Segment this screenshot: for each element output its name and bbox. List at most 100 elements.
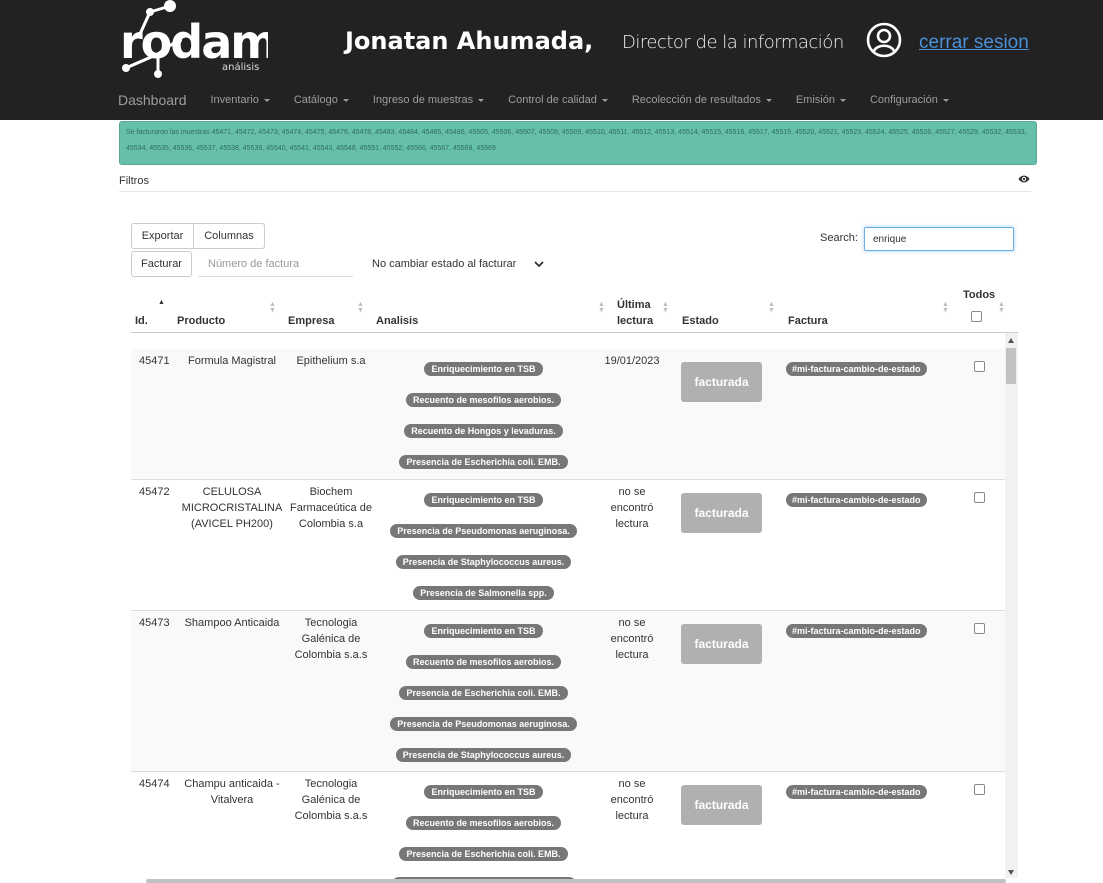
col-header-empresa[interactable]: Empresa xyxy=(288,315,334,327)
state-button[interactable]: facturada xyxy=(681,785,762,825)
export-button[interactable]: Exportar xyxy=(131,223,194,249)
analysis-label: Presencia de Escherichia coli. EMB. xyxy=(399,455,568,469)
analysis-label: Recuento de mesofilos aerobios. xyxy=(405,816,562,830)
state-button[interactable]: facturada xyxy=(681,362,762,402)
user-name: Jonatan Ahumada, xyxy=(345,27,594,55)
scrollbar-thumb[interactable] xyxy=(1006,348,1016,384)
columns-button[interactable]: Columnas xyxy=(193,223,265,249)
table-row: 45471 Formula Magistral Epithelium s.a E… xyxy=(131,349,1005,480)
main-nav: Dashboard Inventario Catálogo Ingreso de… xyxy=(118,88,973,112)
sort-icon[interactable]: ▲ ▼ xyxy=(357,301,364,314)
nav-item-recoleccion[interactable]: Recolección de resultados xyxy=(632,94,772,106)
invoice-label[interactable]: #mi-factura-cambio-de-estado xyxy=(786,493,927,507)
cell-id: 45473 xyxy=(139,617,170,629)
nav-item-emision[interactable]: Emisión xyxy=(796,94,846,106)
cell-product: Champu anticaida - Vitalvera xyxy=(184,778,280,806)
cell-last-read: no se encontró lectura xyxy=(610,486,654,530)
table-body: 45471 Formula Magistral Epithelium s.a E… xyxy=(131,333,1018,883)
analysis-label: Presencia de Staphylococcus aureus. xyxy=(395,555,572,569)
invoice-number-input[interactable] xyxy=(198,251,353,277)
row-checkbox[interactable] xyxy=(974,361,985,372)
cell-company: Tecnologia Galénica de Colombia s.a.s xyxy=(294,617,368,661)
vertical-scrollbar[interactable] xyxy=(1005,333,1018,878)
svg-text:rodam: rodam xyxy=(120,15,268,69)
cell-analysis: Enriquecimiento en TSB Recuento de mesof… xyxy=(376,784,591,883)
invoice-label[interactable]: #mi-factura-cambio-de-estado xyxy=(786,362,927,376)
cell-company: Biochem Farmaceútica de Colombia s.a xyxy=(290,486,372,530)
col-header-analisis[interactable]: Analisis xyxy=(376,315,418,327)
top-navbar: rodam análisis Jonatan Ahumada, Director… xyxy=(0,0,1103,120)
nav-item-inventario[interactable]: Inventario xyxy=(211,94,270,106)
sort-icon[interactable]: ▲ ▼ xyxy=(598,301,605,314)
logout-link[interactable]: cerrar sesion xyxy=(919,32,1029,54)
invoice-label[interactable]: #mi-factura-cambio-de-estado xyxy=(786,785,927,799)
caret-down-icon xyxy=(942,98,949,102)
horizontal-scrollbar[interactable] xyxy=(146,879,1006,883)
caret-down-icon xyxy=(478,98,485,102)
nav-item-catalogo[interactable]: Catálogo xyxy=(294,94,349,106)
rodam-logo[interactable]: rodam análisis xyxy=(118,0,268,80)
cell-id: 45471 xyxy=(139,355,170,367)
eye-icon[interactable] xyxy=(1018,174,1030,184)
caret-down-icon xyxy=(342,98,349,102)
cell-id: 45474 xyxy=(139,778,170,790)
cell-analysis: Enriquecimiento en TSB Presencia de Pseu… xyxy=(376,492,591,616)
sort-asc-icon[interactable]: ▲ xyxy=(158,299,165,306)
sort-icon[interactable]: ▲ ▼ xyxy=(768,301,775,314)
analysis-label: Recuento de mesofilos aerobios. xyxy=(405,655,562,669)
scroll-down-icon[interactable] xyxy=(1008,870,1014,875)
analysis-label: Recuento de Hongos y levaduras. xyxy=(404,424,563,438)
sort-icon[interactable]: ▲ ▼ xyxy=(662,301,669,314)
analysis-label: Presencia de Escherichia coli. EMB. xyxy=(399,686,568,700)
caret-down-icon xyxy=(765,98,772,102)
state-button[interactable]: facturada xyxy=(681,493,762,533)
nav-dashboard[interactable]: Dashboard xyxy=(118,92,187,108)
analysis-label: Presencia de Pseudomonas aeruginosa. xyxy=(390,524,577,538)
cell-product: CELULOSA MICROCRISTALINA (AVICEL PH200) xyxy=(181,486,283,530)
cell-analysis: Enriquecimiento en TSB Recuento de mesof… xyxy=(376,623,591,778)
cell-last-read: 19/01/2023 xyxy=(604,355,660,367)
svg-text:análisis: análisis xyxy=(222,61,259,73)
invoice-label[interactable]: #mi-factura-cambio-de-estado xyxy=(786,624,927,638)
analysis-label: Enriquecimiento en TSB xyxy=(424,624,543,638)
cell-id: 45472 xyxy=(139,486,170,498)
analysis-label: Enriquecimiento en TSB xyxy=(424,785,543,799)
sort-icon[interactable]: ▲ ▼ xyxy=(998,301,1005,314)
user-circle-icon[interactable] xyxy=(866,22,902,58)
cell-company: Tecnologia Galénica de Colombia s.a.s xyxy=(294,778,368,822)
col-header-producto[interactable]: Producto xyxy=(177,315,225,327)
analysis-label: Recuento de mesofilos aerobios. xyxy=(405,393,562,407)
caret-down-icon xyxy=(263,98,270,102)
state-button[interactable]: facturada xyxy=(681,624,762,664)
state-select[interactable]: No cambiar estado al facturar xyxy=(366,254,550,274)
select-all-checkbox[interactable] xyxy=(971,311,982,322)
caret-down-icon xyxy=(839,98,846,102)
cell-product: Shampoo Anticaida xyxy=(184,617,280,629)
col-header-id[interactable]: Id. xyxy=(135,315,148,327)
nav-item-configuracion[interactable]: Configuración xyxy=(870,94,949,106)
nav-item-ingreso-muestras[interactable]: Ingreso de muestras xyxy=(373,94,485,106)
row-checkbox[interactable] xyxy=(974,623,985,634)
col-header-todos: Todos xyxy=(963,289,996,301)
sort-icon[interactable]: ▲ ▼ xyxy=(269,301,276,314)
filters-label: Filtros xyxy=(119,175,149,187)
col-header-ultima[interactable]: Última xyxy=(617,299,651,311)
col-header-lectura[interactable]: lectura xyxy=(617,315,653,327)
filters-bar[interactable]: Filtros xyxy=(119,172,1031,192)
cell-analysis: Enriquecimiento en TSB Recuento de mesof… xyxy=(376,361,591,485)
cell-last-read: no se encontró lectura xyxy=(610,617,654,661)
col-header-factura[interactable]: Factura xyxy=(788,315,828,327)
table-row: 45473 Shampoo Anticaida Tecnologia Galén… xyxy=(131,611,1005,772)
caret-down-icon xyxy=(601,98,608,102)
sort-icon[interactable]: ▲ ▼ xyxy=(942,301,949,314)
table-row: 45472 CELULOSA MICROCRISTALINA (AVICEL P… xyxy=(131,480,1005,611)
col-header-estado[interactable]: Estado xyxy=(682,315,719,327)
analysis-label: Presencia de Escherichia coli. EMB. xyxy=(399,847,568,861)
search-input[interactable] xyxy=(864,227,1014,251)
invoice-button[interactable]: Facturar xyxy=(131,251,192,277)
nav-item-control-calidad[interactable]: Control de calidad xyxy=(508,94,608,106)
row-checkbox[interactable] xyxy=(974,784,985,795)
success-alert: Se facturaron las muestras 45471, 45472,… xyxy=(119,121,1037,165)
row-checkbox[interactable] xyxy=(974,492,985,503)
scroll-up-icon[interactable] xyxy=(1008,338,1014,343)
